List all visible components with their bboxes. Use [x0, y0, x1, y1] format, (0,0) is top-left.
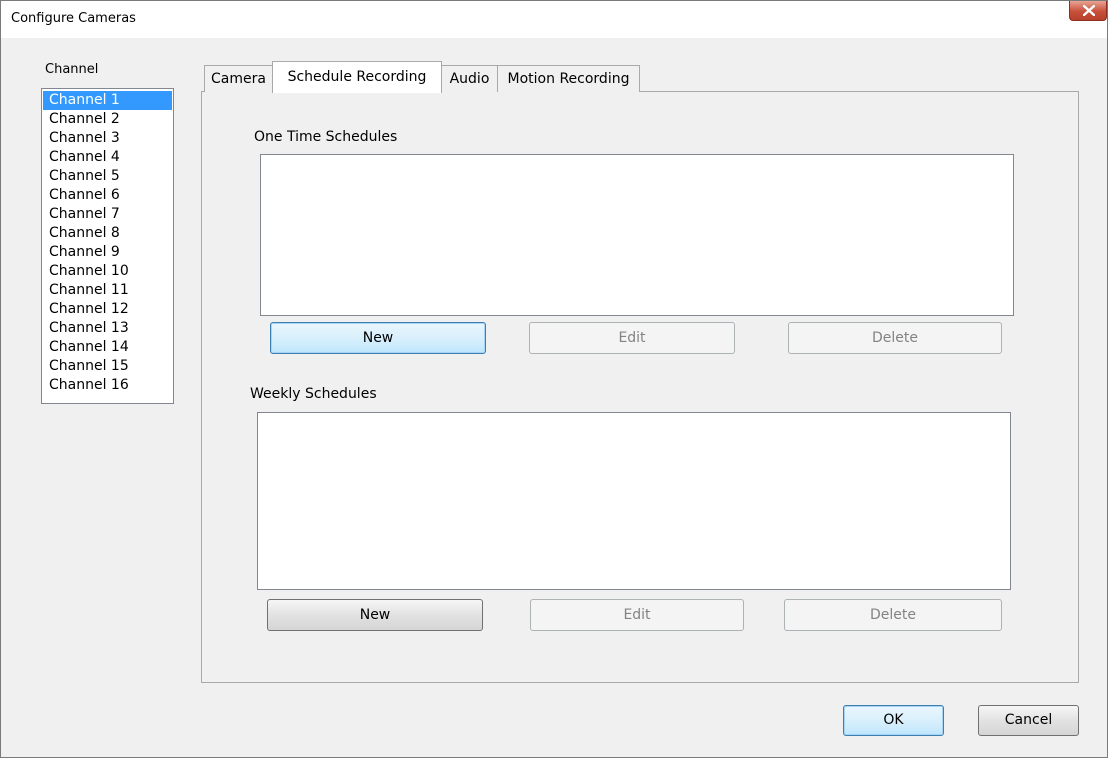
one-time-schedules-list[interactable] — [260, 154, 1014, 316]
title-bar[interactable]: Configure Cameras — [1, 1, 1107, 38]
tab-camera[interactable]: Camera — [204, 65, 273, 92]
one-time-schedules-label: One Time Schedules — [254, 129, 398, 145]
tab-schedule-recording-label: Schedule Recording — [287, 69, 427, 85]
weekly-edit-button[interactable]: Edit — [530, 599, 744, 631]
channel-label: Channel — [45, 62, 99, 77]
channel-list-item[interactable]: Channel 13 — [43, 319, 172, 338]
channel-list-item[interactable]: Channel 4 — [43, 148, 172, 167]
channel-list-item[interactable]: Channel 11 — [43, 281, 172, 300]
weekly-delete-button[interactable]: Delete — [784, 599, 1002, 631]
channel-list-item[interactable]: Channel 9 — [43, 243, 172, 262]
cancel-button[interactable]: Cancel — [978, 705, 1079, 736]
one-time-delete-button[interactable]: Delete — [788, 322, 1002, 354]
channel-list-item[interactable]: Channel 16 — [43, 376, 172, 395]
window-title: Configure Cameras — [11, 11, 136, 26]
channel-list-item[interactable]: Channel 7 — [43, 205, 172, 224]
tab-motion-recording-label: Motion Recording — [507, 71, 630, 87]
tab-motion-recording[interactable]: Motion Recording — [497, 65, 640, 92]
channel-list-item[interactable]: Channel 14 — [43, 338, 172, 357]
ok-button[interactable]: OK — [843, 705, 944, 736]
channel-listbox[interactable]: Channel 1 Channel 2 Channel 3 Channel 4 Chan… — [41, 88, 174, 404]
channel-list-item[interactable]: Channel 3 — [43, 129, 172, 148]
weekly-new-button[interactable]: New — [267, 599, 483, 631]
tab-audio[interactable]: Audio — [441, 65, 498, 92]
one-time-new-button[interactable]: New — [270, 322, 486, 354]
channel-list-item[interactable]: Channel 8 — [43, 224, 172, 243]
one-time-edit-button[interactable]: Edit — [529, 322, 735, 354]
tab-schedule-recording[interactable]: Schedule Recording — [272, 61, 442, 93]
channel-list-item[interactable]: Channel 5 — [43, 167, 172, 186]
close-icon — [1083, 5, 1095, 16]
tab-camera-label: Camera — [211, 71, 266, 87]
tab-audio-label: Audio — [449, 71, 490, 87]
channel-list-item[interactable]: Channel 12 — [43, 300, 172, 319]
close-button[interactable] — [1069, 1, 1107, 21]
tab-panel-schedule-recording: One Time Schedules New Edit Delete Weekl… — [201, 91, 1079, 683]
channel-list-item[interactable]: Channel 10 — [43, 262, 172, 281]
channel-list-item[interactable]: Channel 1 — [43, 91, 172, 110]
weekly-schedules-list[interactable] — [257, 412, 1011, 590]
channel-list-item[interactable]: Channel 2 — [43, 110, 172, 129]
configure-cameras-dialog: Configure Cameras Channel Channel 1 Chann… — [0, 0, 1108, 758]
channel-list-item[interactable]: Channel 15 — [43, 357, 172, 376]
channel-list-item[interactable]: Channel 6 — [43, 186, 172, 205]
weekly-schedules-label: Weekly Schedules — [250, 386, 377, 402]
